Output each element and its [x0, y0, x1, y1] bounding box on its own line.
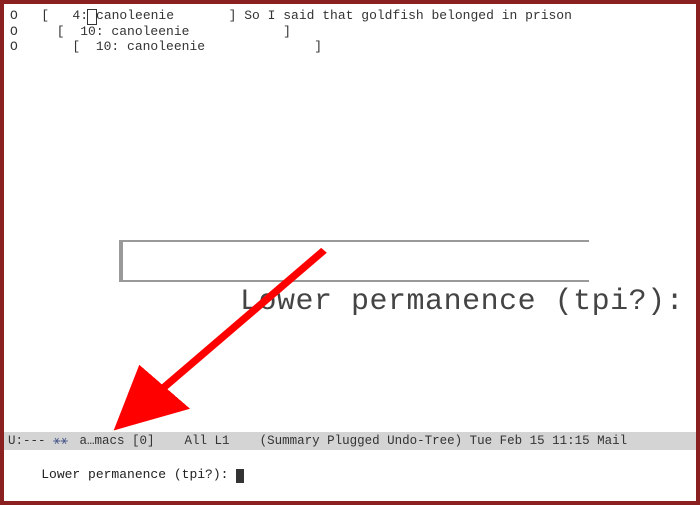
modeline-buffer-name: a…macs [0] — [72, 434, 155, 448]
modeline-trailing: Mail — [597, 434, 627, 448]
modeline-datetime: Tue Feb 15 11:15 — [462, 434, 597, 448]
summary-line-subject: ] So I said that goldfish belonged in pr… — [229, 8, 572, 23]
minibuffer-zoom-annotation: Lower permanence (tpi?): — [119, 240, 589, 282]
summary-line-author: canoleenie — [96, 8, 229, 23]
summary-line-prefix: O [ 4: — [10, 8, 88, 23]
minibuffer[interactable]: Lower permanence (tpi?): — [4, 450, 696, 501]
modeline-indicator-icon: ⚹⚹ — [53, 434, 68, 448]
minibuffer-prompt: Lower permanence (tpi?): — [41, 467, 236, 482]
summary-line-subject: ] — [314, 39, 322, 54]
annotation-arrow — [4, 4, 696, 432]
modeline-modes: (Summary Plugged Undo-Tree) — [260, 434, 463, 448]
emacs-frame: O [ 4: canoleenie ] So I said that goldfi… — [4, 4, 696, 501]
mode-line: U:--- ⚹⚹ a…macs [0] All L1 (Summary Plug… — [4, 432, 696, 450]
summary-line[interactable]: O [ 4: canoleenie ] So I said that goldfi… — [10, 8, 690, 24]
summary-buffer[interactable]: O [ 4: canoleenie ] So I said that goldfi… — [4, 4, 696, 432]
summary-line-author: canoleenie — [127, 39, 314, 54]
point-cursor — [88, 10, 96, 24]
summary-line[interactable]: O [ 10: canoleenie ] — [10, 24, 690, 40]
summary-line-prefix: O [ 10: — [10, 24, 111, 39]
summary-line-author: canoleenie — [111, 24, 283, 39]
minibuffer-cursor — [236, 469, 244, 483]
summary-line-subject: ] — [283, 24, 291, 39]
summary-line[interactable]: O [ 10: canoleenie ] — [10, 39, 690, 55]
summary-line-prefix: O [ 10: — [10, 39, 127, 54]
modeline-position: All L1 — [155, 434, 260, 448]
modeline-left: U:--- — [8, 434, 53, 448]
zoom-text: Lower permanence (tpi?): — [240, 285, 696, 319]
